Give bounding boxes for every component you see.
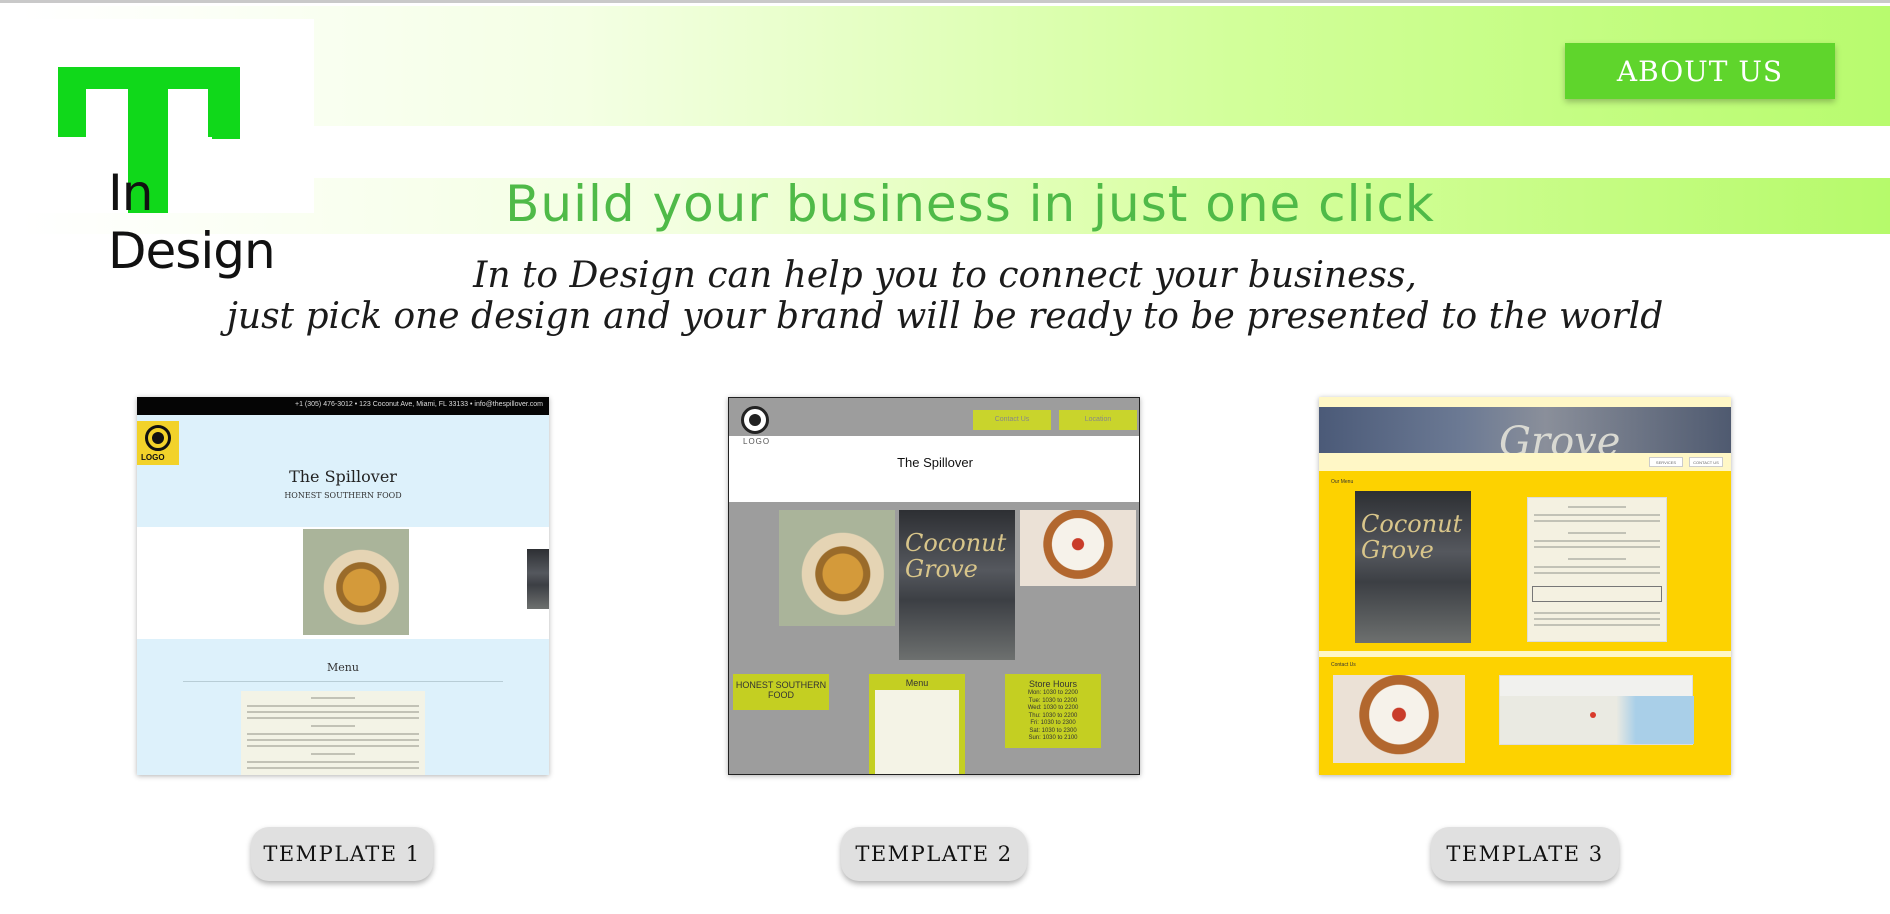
dessert-photo (1020, 510, 1136, 586)
restaurant-photo (527, 549, 549, 609)
food-photo (779, 510, 895, 626)
tagline-line-2: just pick one design and your brand will… (226, 296, 1664, 337)
preview-nav-contact: Contact Us (973, 410, 1051, 430)
page-headline: Build your business in just one click (505, 175, 1435, 233)
hours-row: Fri: 1030 to 2300 (1030, 720, 1076, 726)
restaurant-photo: Coconut Grove (899, 510, 1015, 660)
preview-section-contact-label: Contact Us (1331, 662, 1356, 668)
preview-hero: LOGO The Spillover HONEST SOUTHERN FOOD (137, 415, 549, 527)
divider (183, 681, 503, 682)
page-tagline: In to Design can help you to connect you… (0, 255, 1890, 337)
preview-menu-card (241, 691, 425, 775)
preview-nav-contact: CONTACT US (1689, 457, 1723, 467)
preview-nav-location: Location (1059, 410, 1137, 430)
template-3-button[interactable]: TEMPLATE 3 (1431, 827, 1619, 881)
preview-subtitle: HONEST SOUTHERN FOOD (284, 491, 402, 500)
page: In Design ABOUT US Build your business i… (0, 0, 1890, 914)
hours-row: Mon: 1030 to 2200 (1027, 690, 1079, 696)
preview-nav-services: SERVICES (1649, 457, 1683, 467)
preview-banner: Grove (1319, 407, 1731, 465)
preview-menu-title: Menu (327, 661, 359, 674)
preview-hours-title: Store Hours (1028, 679, 1078, 689)
template-1-button[interactable]: TEMPLATE 1 (251, 827, 433, 881)
wall-sign-text: Coconut Grove (905, 529, 1007, 583)
preview-menu-label: Menu (905, 678, 929, 688)
divider (1319, 651, 1731, 657)
hours-row: Thu: 1030 to 2200 (1028, 712, 1078, 719)
preview-contact-bar: +1 (305) 476-3012 • 123 Coconut Ave, Mia… (137, 397, 549, 415)
preview-title: The Spillover (897, 455, 973, 470)
preview-hours-box: Store Hours Mon: 1030 to 2200 Tue: 1030 … (1005, 674, 1101, 748)
preview-map (1499, 675, 1694, 745)
preview-logo-text: LOGO (141, 453, 165, 462)
dessert-photo (1333, 675, 1465, 763)
template-2-button[interactable]: TEMPLATE 2 (841, 827, 1027, 881)
hours-row: Sat: 1030 to 2300 (1029, 727, 1077, 734)
template-1-preview[interactable]: +1 (305) 476-3012 • 123 Coconut Ave, Mia… (137, 397, 549, 775)
hours-row: Wed: 1030 to 2200 (1027, 705, 1079, 711)
about-us-button[interactable]: ABOUT US (1565, 43, 1835, 99)
wall-sign-text: Coconut Grove (1361, 510, 1463, 564)
preview-top-strip (1319, 397, 1731, 407)
preview-nav: Contact Us Location (729, 398, 1139, 436)
template-2-preview[interactable]: Contact Us Location LOGO The Spillover C… (728, 397, 1140, 775)
restaurant-photo: Coconut Grove (1355, 491, 1471, 643)
preview-tagline-box: HONEST SOUTHERN FOOD (733, 674, 829, 710)
hours-row: Sun: 1030 to 2100 (1028, 735, 1078, 741)
preview-logo: LOGO (137, 421, 179, 465)
preview-logo-text: LOGO (743, 437, 771, 446)
preview-tagline-text: HONEST SOUTHERN FOOD (735, 680, 827, 700)
template-3-preview[interactable]: Grove SERVICES CONTACT US Our Menu Cocon… (1319, 397, 1731, 775)
preview-menu-card (1527, 497, 1667, 642)
preview-section-menu-label: Our Menu (1331, 479, 1354, 485)
food-photo (303, 529, 409, 635)
preview-menu-box: Menu (869, 674, 965, 774)
hours-row: Tue: 1030 to 2200 (1028, 697, 1078, 704)
tagline-line-1: In to Design can help you to connect you… (473, 255, 1417, 296)
preview-gallery (137, 527, 549, 655)
preview-title: The Spillover (289, 467, 397, 486)
